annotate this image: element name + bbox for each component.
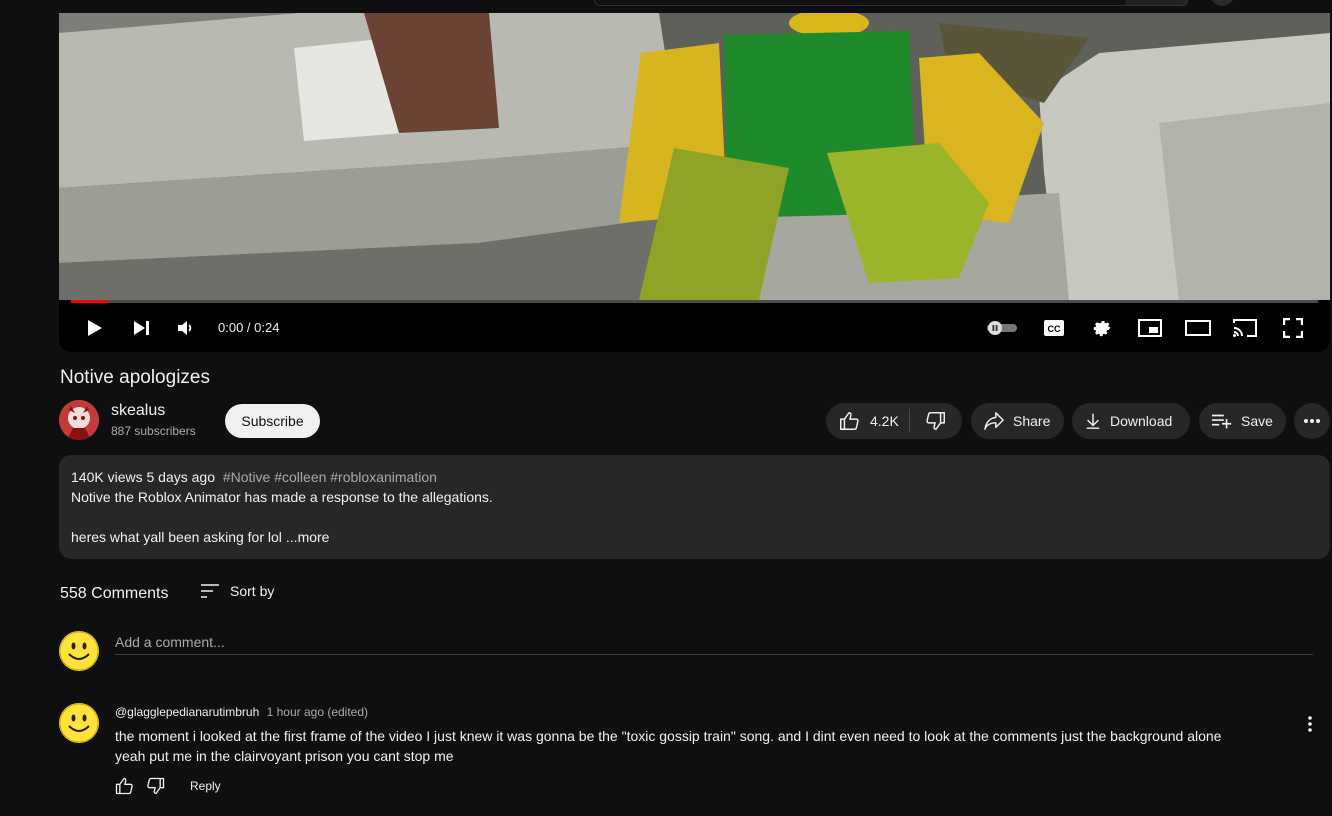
description-meta: 140K views 5 days ago #Notive #colleen #… [71,469,437,485]
video-frame[interactable] [59,13,1330,300]
search-box[interactable] [594,0,1188,6]
comment-actions: Reply [112,775,221,797]
skip-next-icon [134,321,149,335]
download-button[interactable]: Download [1072,403,1190,439]
playlist-add-icon [1211,412,1233,430]
play-icon [88,320,102,336]
sort-icon [201,584,219,598]
gear-icon [1093,321,1111,337]
theater-mode-button[interactable] [1183,315,1213,341]
share-icon [983,411,1005,431]
comment-dislike-button[interactable] [144,775,168,797]
smiley-face-icon [59,703,99,743]
smiley-face-icon [59,631,99,671]
thumbs-down-icon [147,777,165,795]
autoplay-toggle-icon [987,321,1017,335]
sort-by-label: Sort by [230,583,275,599]
share-label: Share [1013,413,1051,429]
svg-text:CC: CC [1048,324,1061,334]
description-text: heres what yall been asking for lol [71,529,282,545]
fullscreen-button[interactable] [1278,315,1308,341]
like-count: 4.2K [870,413,899,429]
description-box[interactable]: 140K views 5 days ago #Notive #colleen #… [59,455,1330,559]
video-thumbnail-image [59,13,1330,300]
autoplay-toggle[interactable] [984,315,1020,341]
upload-date: 5 days ago [146,469,215,485]
comment-header: @glagglepedianarutimbruh 1 hour ago (edi… [115,705,368,719]
comments-count: 558 Comments [60,585,169,602]
download-label: Download [1110,413,1173,429]
thumbs-down-icon [926,412,946,430]
channel-avatar[interactable] [59,400,99,440]
play-button[interactable] [79,315,109,341]
progress-bar[interactable] [71,300,1318,303]
volume-icon [178,321,192,335]
more-actions-button[interactable] [1294,403,1330,439]
channel-name[interactable]: skealus [111,402,165,420]
description-line: Notive the Roblox Animator has made a re… [71,489,493,505]
user-avatar [59,631,99,671]
comment-menu-button[interactable] [1300,713,1320,735]
description-line: heres what yall been asking for lol ...mo… [71,529,329,545]
hashtags[interactable]: #Notive #colleen #robloxanimation [223,469,437,485]
subscriber-count: 887 subscribers [111,424,196,438]
sort-by-button[interactable]: Sort by [200,583,274,599]
comment-text: the moment i looked at the first frame o… [115,728,1222,764]
next-button[interactable] [126,315,156,341]
theater-mode-icon [1185,320,1211,336]
mute-button[interactable] [171,315,201,341]
progress-fill [71,300,109,303]
cast-button[interactable] [1230,315,1260,341]
subscribe-button[interactable]: Subscribe [225,404,320,438]
view-count: 140K views [71,469,143,485]
show-more-link[interactable]: ...more [286,529,330,545]
account-avatar[interactable] [1210,0,1234,6]
captions-button[interactable]: CC [1039,315,1069,341]
channel-avatar-image [59,400,99,440]
comment-like-button[interactable] [112,775,136,797]
search-button[interactable] [1126,0,1188,6]
settings-button[interactable] [1087,315,1117,341]
cast-icon [1233,319,1257,337]
thumbs-up-icon [115,777,133,795]
commenter-avatar[interactable] [59,703,99,743]
miniplayer-icon [1138,319,1162,337]
reply-button[interactable]: Reply [190,779,221,793]
save-button[interactable]: Save [1199,403,1286,439]
more-horizontal-icon [1304,419,1320,423]
miniplayer-button[interactable] [1135,315,1165,341]
more-vertical-icon [1308,716,1312,732]
share-button[interactable]: Share [971,403,1064,439]
time-display: 0:00 / 0:24 [218,320,280,335]
comment-timestamp[interactable]: 1 hour ago (edited) [267,705,368,719]
fullscreen-icon [1283,318,1303,338]
add-comment-input[interactable] [115,630,1313,655]
captions-icon: CC [1044,320,1064,336]
like-dislike-group: 4.2K [826,403,962,439]
download-icon [1084,412,1102,430]
save-label: Save [1241,413,1273,429]
video-player[interactable]: 0:00 / 0:24 CC [59,13,1330,352]
dislike-button[interactable] [910,403,962,439]
video-title: Notive apologizes [60,367,210,388]
thumbs-up-icon [840,412,859,430]
like-button[interactable]: 4.2K [826,403,909,439]
player-controls: 0:00 / 0:24 CC [59,313,1330,343]
comment-author[interactable]: @glagglepedianarutimbruh [115,705,259,719]
